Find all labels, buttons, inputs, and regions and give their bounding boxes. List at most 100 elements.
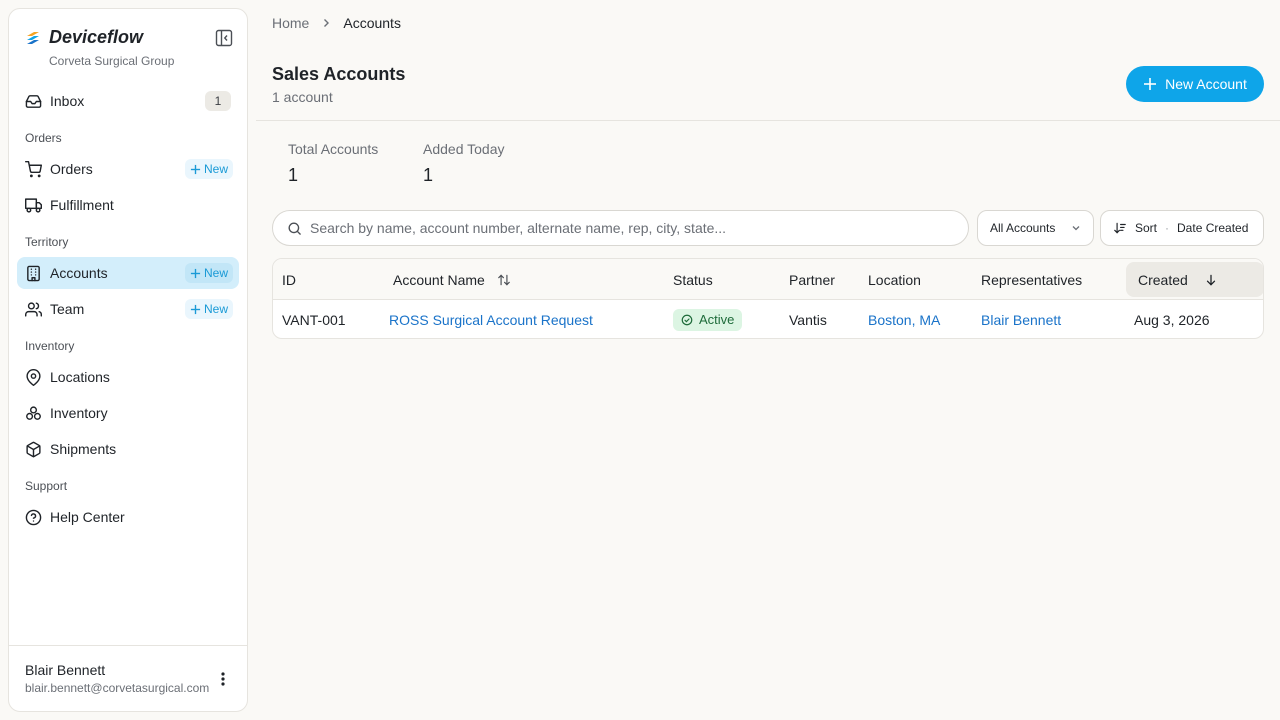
sort-separator: · xyxy=(1165,221,1170,235)
cell-created: Aug 3, 2026 xyxy=(1134,311,1210,328)
breadcrumb: Home Accounts xyxy=(272,15,401,31)
truck-icon xyxy=(25,197,42,214)
users-icon xyxy=(25,301,42,318)
plus-icon xyxy=(190,304,201,314)
sidebar-item-label: Orders xyxy=(50,161,93,177)
section-label-support: Support xyxy=(25,479,68,493)
search-input[interactable] xyxy=(310,220,950,236)
sidebar-item-accounts[interactable]: Accounts New xyxy=(17,257,239,289)
plus-icon xyxy=(190,268,201,278)
stat-total-accounts: Total Accounts 1 xyxy=(288,141,378,186)
column-header-created[interactable]: Created xyxy=(1126,262,1263,297)
sidebar-item-label: Shipments xyxy=(50,441,117,457)
sidebar-item-label: Inventory xyxy=(50,405,108,421)
boxes-icon xyxy=(25,405,42,422)
cell-representative-link[interactable]: Blair Bennett xyxy=(981,300,1061,338)
stat-label: Added Today xyxy=(423,141,505,157)
stat-added-today: Added Today 1 xyxy=(423,141,504,186)
plus-icon xyxy=(1144,78,1157,90)
collapse-sidebar-icon[interactable] xyxy=(215,29,233,47)
column-header-location[interactable]: Location xyxy=(868,259,921,300)
new-order-button[interactable]: New xyxy=(184,159,233,179)
inbox-icon xyxy=(25,93,42,110)
user-profile[interactable]: Blair Bennett blair.bennett@corvetasurgi… xyxy=(9,645,247,711)
cell-id: VANT-001 xyxy=(282,311,346,328)
sort-icon xyxy=(1113,221,1127,235)
table-row[interactable]: VANT-001 ROSS Surgical Account Request A… xyxy=(273,300,1263,338)
sidebar-item-inventory[interactable]: Inventory xyxy=(17,397,239,429)
cell-location-link[interactable]: Boston, MA xyxy=(868,300,940,338)
section-label-inventory: Inventory xyxy=(25,339,75,353)
section-label-orders: Orders xyxy=(25,131,62,145)
cell-partner: Vantis xyxy=(789,311,827,328)
breadcrumb-home-link[interactable]: Home xyxy=(272,15,309,31)
sidebar-item-label: Inbox xyxy=(50,93,85,109)
sidebar-item-locations[interactable]: Locations xyxy=(17,361,239,393)
brand-name: Deviceflow xyxy=(49,27,144,47)
sort-arrows-icon xyxy=(497,273,511,287)
new-account-button[interactable]: New Account xyxy=(1126,66,1264,102)
search-bar xyxy=(272,210,969,246)
user-email: blair.bennett@corvetasurgical.com xyxy=(25,681,210,695)
chevron-down-icon xyxy=(1071,223,1081,233)
column-header-partner[interactable]: Partner xyxy=(789,259,835,300)
help-circle-icon xyxy=(25,509,42,526)
account-filter-select[interactable]: All Accounts xyxy=(977,210,1094,246)
sort-button[interactable]: Sort · Date Created xyxy=(1100,210,1264,246)
column-header-account-name[interactable]: Account Name xyxy=(393,259,511,300)
new-account-button-label: New Account xyxy=(1165,76,1247,92)
sort-label: Sort xyxy=(1135,221,1158,235)
map-pin-icon xyxy=(25,368,42,386)
sidebar-item-inbox[interactable]: Inbox 1 xyxy=(17,85,239,117)
new-label: New xyxy=(203,266,228,280)
sidebar-item-label: Locations xyxy=(50,369,110,385)
column-header-label: Account Name xyxy=(393,271,485,288)
header-divider xyxy=(256,120,1280,121)
sidebar: Deviceflow Corveta Surgical Group Inbox … xyxy=(8,8,248,712)
stat-label: Total Accounts xyxy=(288,141,379,157)
stat-value: 1 xyxy=(423,165,434,185)
column-header-representatives[interactable]: Representatives xyxy=(981,259,1082,300)
plus-icon xyxy=(190,164,201,174)
column-header-id[interactable]: ID xyxy=(282,259,296,300)
sidebar-item-fulfillment[interactable]: Fulfillment xyxy=(17,189,239,221)
sidebar-item-label: Team xyxy=(50,301,85,317)
breadcrumb-current: Accounts xyxy=(343,15,401,31)
arrow-down-icon xyxy=(1204,273,1218,287)
new-team-member-button[interactable]: New xyxy=(184,299,233,319)
status-badge: Active xyxy=(673,308,743,331)
sidebar-item-team[interactable]: Team New xyxy=(17,293,239,325)
chevron-right-icon xyxy=(321,18,331,28)
sidebar-item-label: Fulfillment xyxy=(50,197,114,213)
cart-icon xyxy=(25,160,42,178)
section-label-territory: Territory xyxy=(25,235,69,249)
sidebar-item-orders[interactable]: Orders New xyxy=(17,153,239,185)
cell-status: Active xyxy=(673,300,743,338)
check-circle-icon xyxy=(681,314,693,325)
status-label: Active xyxy=(699,312,735,327)
table-header: ID Account Name Status Partner Location … xyxy=(273,259,1263,300)
column-header-status[interactable]: Status xyxy=(673,259,713,300)
new-account-pill-button[interactable]: New xyxy=(184,263,233,283)
more-vertical-icon[interactable] xyxy=(215,670,231,688)
brand[interactable]: Deviceflow xyxy=(25,27,143,48)
page-subtitle: 1 account xyxy=(272,89,333,105)
deviceflow-logo-icon xyxy=(25,30,41,46)
sidebar-item-shipments[interactable]: Shipments xyxy=(17,433,239,465)
user-name: Blair Bennett xyxy=(25,662,106,678)
sort-value: Date Created xyxy=(1177,221,1249,235)
page-title: Sales Accounts xyxy=(272,64,406,84)
inbox-count-badge: 1 xyxy=(205,91,231,111)
cell-account-name-link[interactable]: ROSS Surgical Account Request xyxy=(389,300,593,338)
stat-value: 1 xyxy=(288,165,299,185)
organization-name: Corveta Surgical Group xyxy=(49,54,175,68)
sidebar-item-label: Help Center xyxy=(50,509,125,525)
new-label: New xyxy=(203,302,228,316)
sidebar-item-help-center[interactable]: Help Center xyxy=(17,501,239,533)
accounts-table: ID Account Name Status Partner Location … xyxy=(272,258,1264,339)
building-icon xyxy=(25,265,42,282)
search-icon xyxy=(287,221,302,236)
sidebar-item-label: Accounts xyxy=(50,265,108,281)
package-icon xyxy=(25,441,42,458)
column-header-label: Created xyxy=(1138,271,1188,288)
